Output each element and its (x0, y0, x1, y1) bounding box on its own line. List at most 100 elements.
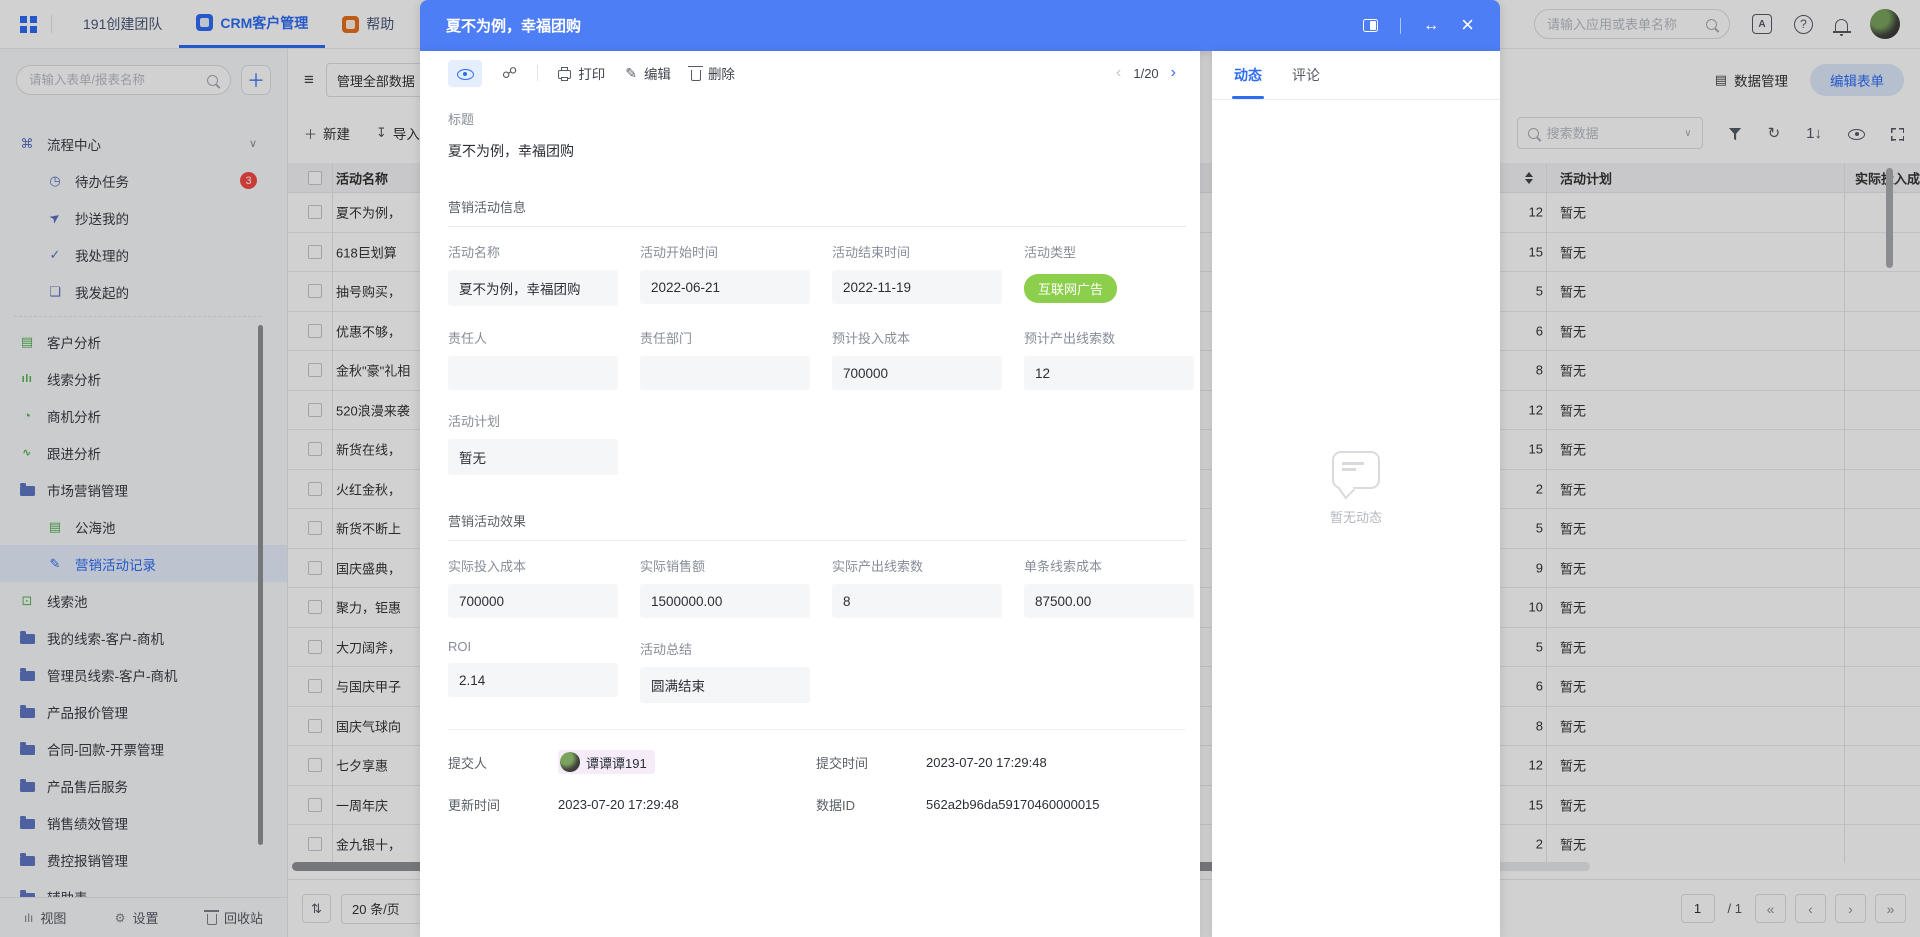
speech-bubble-icon (1332, 451, 1380, 489)
field-value: 圆满结束 (651, 675, 705, 695)
field-value: 2022-06-21 (651, 280, 720, 295)
form-field: 活动结束时间 2022-11-19 (832, 242, 1002, 307)
form-field: 预计投入成本 700000 (832, 328, 1002, 390)
trash-icon (691, 70, 701, 81)
field-value: 700000 (459, 594, 504, 609)
pen-icon: ✎ (625, 65, 637, 82)
edit-button[interactable]: ✎ 编辑 (625, 63, 671, 83)
expand-icon[interactable]: ↔ (1423, 18, 1439, 34)
field-value: 1500000.00 (651, 594, 722, 609)
field-value: 700000 (843, 366, 888, 381)
field-label: 活动开始时间 (640, 242, 810, 261)
field-label-title: 标题 (448, 109, 1186, 128)
form-field: 实际销售额 1500000.00 (640, 556, 810, 618)
form-body: 标题 夏不为例，幸福团购 营销活动信息 活动名称 夏不为例，幸福团购 (420, 95, 1200, 937)
record-meta: 提交人 谭谭谭191 提交时间 2023-07-20 17:29:48 更新时间… (448, 750, 1186, 814)
form-field: 活动开始时间 2022-06-21 (640, 242, 810, 307)
field-value-title: 夏不为例，幸福团购 (448, 141, 1186, 161)
field-value-box: 夏不为例，幸福团购 (448, 270, 618, 306)
field-value-box: 700000 (832, 356, 1002, 390)
field-value-box: 12 (1024, 356, 1194, 390)
field-value-box: 87500.00 (1024, 584, 1194, 618)
prev-record-icon[interactable]: ‹ (1116, 64, 1121, 82)
form-field: ROI 2.14 (448, 639, 618, 703)
field-grid-5: ROI 2.14 活动总结 圆满结束 (448, 639, 1186, 703)
field-label: ROI (448, 639, 618, 654)
view-mode-button[interactable] (448, 60, 482, 87)
field-value-box: 2022-06-21 (640, 270, 810, 304)
field-label: 活动计划 (448, 411, 618, 430)
print-button[interactable]: 打印 (558, 63, 605, 83)
field-value-box: 8 (832, 584, 1002, 618)
print-label: 打印 (578, 63, 605, 83)
activity-panel: 动态 评论 暂无动态 (1212, 51, 1500, 937)
modal-toolbar: ☍ 打印 ✎ 编辑 删除 ‹ (420, 51, 1200, 95)
update-time-value: 2023-07-20 17:29:48 (558, 797, 816, 812)
field-value: 互联网广告 (1024, 274, 1117, 303)
form-field: 实际投入成本 700000 (448, 556, 618, 618)
form-field: 实际产出线索数 8 (832, 556, 1002, 618)
field-value-box: 圆满结束 (640, 667, 810, 703)
tab-activity[interactable]: 动态 (1234, 51, 1262, 99)
field-label: 实际销售额 (640, 556, 810, 575)
tab-comments[interactable]: 评论 (1292, 51, 1320, 99)
field-value: 2022-11-19 (843, 280, 911, 295)
field-label: 责任部门 (640, 328, 810, 347)
printer-icon (558, 70, 571, 79)
submitter-name: 谭谭谭191 (586, 753, 647, 772)
field-value-box: 互联网广告 (1024, 270, 1194, 307)
form-field: 预计产出线索数 12 (1024, 328, 1194, 390)
field-label: 单条线索成本 (1024, 556, 1194, 575)
field-value: 8 (843, 594, 851, 609)
record-pager-label: 1/20 (1133, 66, 1158, 81)
screen: 191创建团队 CRM客户管理 帮助 A ? ＋ (0, 0, 1920, 937)
form-field: 活动计划 暂无 (448, 411, 618, 475)
form-field: 活动类型 互联网广告 (1024, 242, 1194, 307)
close-icon[interactable]: × (1461, 14, 1474, 36)
share-icon[interactable]: ☍ (502, 64, 517, 82)
submitter-tag[interactable]: 谭谭谭191 (558, 750, 655, 774)
field-label: 预计产出线索数 (1024, 328, 1194, 347)
field-value-box: 2022-11-19 (832, 270, 1002, 304)
divider (537, 65, 538, 81)
field-value-box: 暂无 (448, 439, 618, 475)
field-label: 活动结束时间 (832, 242, 1002, 261)
record-detail-modal: 夏不为例，幸福团购 ↔ × ☍ 打印 ✎ (420, 0, 1500, 937)
field-label: 责任人 (448, 328, 618, 347)
record-form-panel: ☍ 打印 ✎ 编辑 删除 ‹ (420, 51, 1200, 937)
field-value-box (640, 356, 810, 390)
field-value: 夏不为例，幸福团购 (459, 278, 581, 298)
submit-time-label: 提交时间 (816, 753, 926, 772)
delete-button[interactable]: 删除 (691, 63, 735, 83)
form-field: 单条线索成本 87500.00 (1024, 556, 1194, 618)
update-time-label: 更新时间 (448, 795, 558, 814)
section-divider (448, 540, 1186, 541)
field-label: 活动类型 (1024, 242, 1194, 261)
form-field: 责任部门 (640, 328, 810, 390)
section-divider (448, 226, 1186, 227)
field-value-box: 1500000.00 (640, 584, 810, 618)
submitter-avatar (560, 752, 580, 772)
form-field: 责任人 (448, 328, 618, 390)
field-label: 活动名称 (448, 242, 618, 261)
modal-title: 夏不为例，幸福团购 (446, 15, 581, 36)
meta-divider (448, 729, 1186, 730)
toggle-panel-icon[interactable] (1363, 19, 1378, 32)
field-value-box: 700000 (448, 584, 618, 618)
form-field: 活动总结 圆满结束 (640, 639, 810, 703)
field-label: 实际投入成本 (448, 556, 618, 575)
field-grid-4: 实际投入成本 700000 实际销售额 1500000.00 实际产出线索数 (448, 556, 1186, 618)
section-campaign-result: 营销活动效果 (448, 511, 1186, 530)
section-campaign-info: 营销活动信息 (448, 197, 1186, 216)
submitter-label: 提交人 (448, 753, 558, 772)
field-grid-3: 活动计划 暂无 (448, 411, 1186, 475)
field-value: 暂无 (459, 447, 486, 467)
field-value: 12 (1035, 366, 1050, 381)
field-label: 实际产出线索数 (832, 556, 1002, 575)
field-grid-2: 责任人 责任部门 预计投入成本 700000 (448, 328, 1186, 390)
form-field: 活动名称 夏不为例，幸福团购 (448, 242, 618, 307)
next-record-icon[interactable]: › (1171, 64, 1176, 82)
submit-time-value: 2023-07-20 17:29:48 (926, 755, 1186, 770)
divider (1400, 18, 1401, 34)
field-label: 预计投入成本 (832, 328, 1002, 347)
